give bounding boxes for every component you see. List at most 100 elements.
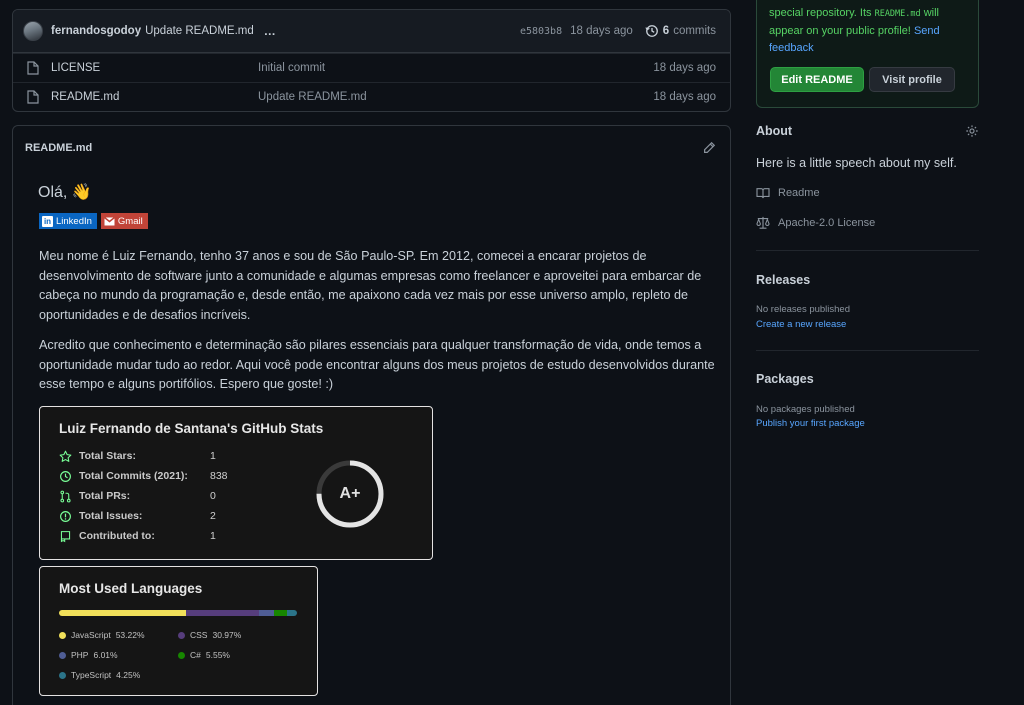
profile-readme-promo: special repository. Its README.md will a…: [756, 0, 979, 108]
visit-profile-button[interactable]: Visit profile: [869, 67, 955, 92]
file-commit-message[interactable]: Initial commit: [258, 62, 653, 74]
stat-label: Total Commits (2021):: [79, 470, 188, 482]
readme-greeting: Olá, 👋: [38, 184, 92, 201]
create-release-link[interactable]: Create a new release: [756, 319, 846, 330]
language-bar-segment: [273, 610, 287, 616]
commit-message[interactable]: Update README.md: [145, 25, 254, 37]
file-icon: [27, 61, 41, 75]
sidebar-divider: [756, 250, 979, 251]
language-percent: 30.97%: [212, 630, 242, 640]
linkedin-badge[interactable]: in LinkedIn: [39, 213, 97, 229]
repo-icon: [59, 530, 73, 543]
edit-pencil-icon[interactable]: [702, 141, 716, 155]
commit-author[interactable]: fernandosgodoy: [51, 25, 141, 37]
file-icon: [27, 90, 41, 104]
no-releases-text: No releases published: [756, 304, 851, 315]
file-name[interactable]: README.md: [51, 91, 258, 103]
stat-value: 1: [210, 530, 216, 542]
language-percent: 53.22%: [115, 630, 145, 640]
history-icon: [59, 470, 73, 483]
commit-age: 18 days ago: [570, 25, 633, 37]
language-bar-segment: [286, 610, 297, 616]
stat-label: Total Issues:: [79, 510, 143, 522]
file-commit-message[interactable]: Update README.md: [258, 91, 653, 103]
promo-code: README.md: [874, 9, 921, 19]
language-item-javascript: JavaScript 53.22%: [59, 630, 145, 640]
language-name: TypeScript: [71, 670, 112, 680]
stat-value: 1: [210, 450, 216, 462]
promo-text: special repository. Its README.md will a…: [769, 5, 969, 57]
no-packages-text: No packages published: [756, 404, 855, 415]
commit-sha[interactable]: e5803b8: [520, 26, 562, 37]
license-link-label: Apache-2.0 License: [778, 216, 876, 229]
language-item-typescript: TypeScript 4.25%: [59, 670, 140, 680]
stat-row-commits: Total Commits (2021): 838: [59, 466, 228, 486]
gmail-icon: [103, 216, 115, 227]
stat-row-stars: Total Stars: 1: [59, 446, 216, 466]
sidebar-divider: [756, 350, 979, 351]
linkedin-icon: in: [42, 215, 53, 227]
commit-count: 6: [662, 25, 670, 37]
language-bar-segment: [59, 610, 186, 616]
stat-label: Contributed to:: [79, 530, 155, 542]
commits-link[interactable]: 6 commits: [645, 24, 716, 38]
language-item-php: PHP 6.01%: [59, 650, 118, 660]
license-link[interactable]: Apache-2.0 License: [756, 216, 875, 229]
edit-readme-button[interactable]: Edit README: [770, 67, 864, 92]
language-bar-segment: [185, 610, 260, 616]
stat-row-issues: Total Issues: 2: [59, 506, 216, 526]
language-name: PHP: [71, 650, 89, 660]
readme-filename[interactable]: README.md: [25, 142, 92, 154]
stats-title: Luiz Fernando de Santana's GitHub Stats: [59, 421, 324, 436]
latest-commit-bar: fernandosgodoy Update README.md … e5803b…: [13, 10, 730, 53]
language-percent: 4.25%: [116, 670, 141, 680]
book-icon: [756, 188, 770, 199]
star-icon: [59, 450, 73, 463]
language-item-csharp: C# 5.55%: [178, 650, 230, 660]
publish-package-link[interactable]: Publish your first package: [756, 418, 865, 429]
language-percent: 6.01%: [93, 650, 118, 660]
stat-label: Total PRs:: [79, 490, 131, 502]
github-stats-card: Luiz Fernando de Santana's GitHub Stats …: [39, 406, 433, 560]
readme-link-label: Readme: [778, 187, 820, 199]
gmail-badge[interactable]: Gmail: [100, 213, 148, 229]
language-dot: [59, 651, 66, 659]
file-row-readme[interactable]: README.md Update README.md 18 days ago: [13, 82, 730, 111]
stat-value: 0: [210, 490, 216, 502]
file-row-license[interactable]: LICENSE Initial commit 18 days ago: [13, 53, 730, 82]
language-percent: 5.55%: [205, 650, 230, 660]
linkedin-badge-label: LinkedIn: [56, 215, 92, 227]
about-heading: About: [756, 124, 793, 138]
history-icon: [645, 25, 658, 37]
packages-heading[interactable]: Packages: [756, 372, 814, 386]
readme-paragraph-intro: Meu nome é Luiz Fernando, tenho 37 anos …: [39, 249, 702, 322]
releases-heading[interactable]: Releases: [756, 273, 810, 287]
avatar[interactable]: [23, 21, 43, 41]
file-name[interactable]: LICENSE: [51, 62, 258, 74]
grade-label: A+: [339, 485, 361, 502]
language-name: C#: [190, 650, 201, 660]
readme-link[interactable]: Readme: [756, 187, 820, 199]
language-name: CSS: [190, 630, 208, 640]
expand-commit-button[interactable]: …: [264, 24, 276, 38]
readme-paragraph-about: Acredito que conhecimento e determinação…: [39, 338, 715, 391]
file-age: 18 days ago: [653, 91, 716, 103]
language-bar-segment: [259, 610, 274, 616]
gmail-badge-label: Gmail: [117, 215, 143, 227]
readme-header: README.md: [13, 126, 730, 169]
gear-icon[interactable]: [965, 124, 979, 138]
about-description: Here is a little speech about my self.: [756, 156, 957, 170]
language-name: JavaScript: [71, 630, 111, 640]
languages-card: Most Used Languages JavaScript 53.22% CS…: [39, 566, 318, 696]
readme-panel: README.md Olá, 👋 in LinkedIn Gmail Meu n…: [12, 125, 731, 705]
languages-title: Most Used Languages: [59, 581, 203, 596]
stat-label: Total Stars:: [79, 450, 136, 462]
stat-row-contributed: Contributed to: 1: [59, 526, 216, 546]
language-item-css: CSS 30.97%: [178, 630, 241, 640]
stat-value: 838: [210, 470, 228, 482]
language-dot: [178, 631, 185, 639]
badge-row: in LinkedIn Gmail: [39, 213, 148, 229]
promo-line-1: special repository. Its: [769, 7, 872, 19]
stat-value: 2: [210, 510, 216, 522]
language-dot: [178, 651, 185, 659]
